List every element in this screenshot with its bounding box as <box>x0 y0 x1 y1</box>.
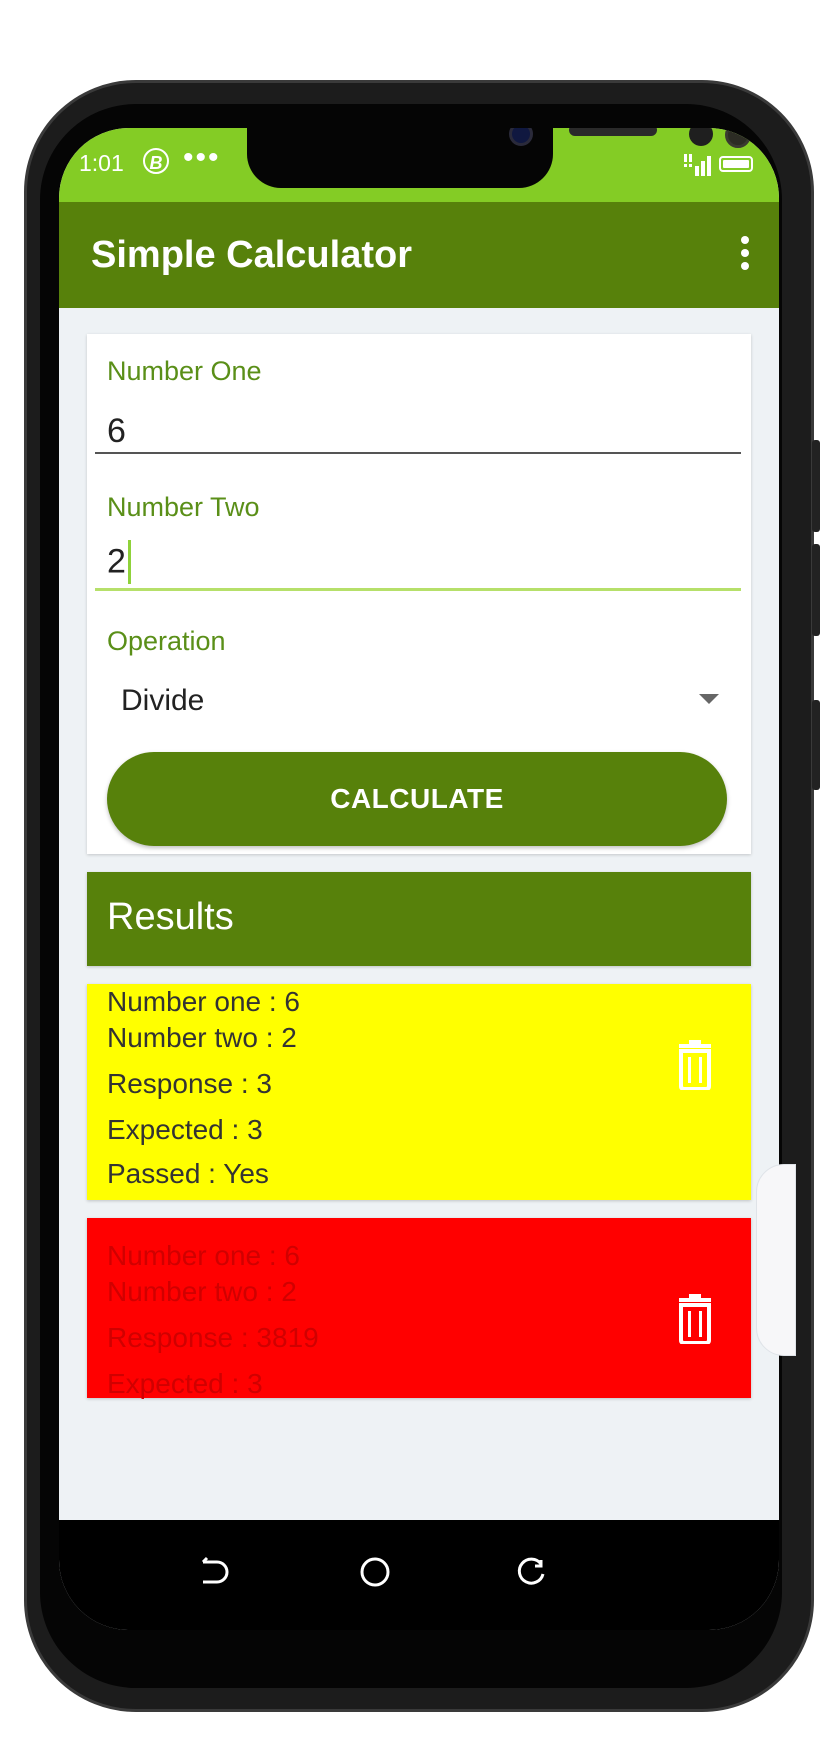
back-nav-icon[interactable] <box>193 1552 233 1592</box>
status-time: 1:01 <box>79 150 124 176</box>
number-two-underline <box>95 588 741 591</box>
app-bar: Simple Calculator <box>59 202 779 308</box>
result-number-one: Number one : 6 <box>107 986 300 1017</box>
result-response: Response : 3 <box>107 1068 272 1099</box>
result-number-two: Number two : 2 <box>107 1276 297 1307</box>
more-notifications-icon: ••• <box>183 141 221 174</box>
dropdown-arrow-icon <box>699 694 719 704</box>
main-content[interactable]: Number One 6 Number Two 2 Operation Divi… <box>59 308 779 1520</box>
calculator-form-card: Number One 6 Number Two 2 Operation Divi… <box>87 334 751 854</box>
result-number-two: Number two : 2 <box>107 1022 297 1053</box>
home-nav-icon[interactable] <box>355 1552 395 1592</box>
delete-trash-icon[interactable] <box>675 1040 715 1090</box>
operation-dropdown[interactable]: Divide <box>95 660 741 740</box>
number-one-underline <box>95 452 741 454</box>
volume-up-button <box>812 440 820 532</box>
result-number-one: Number one : 6 <box>107 1240 300 1271</box>
results-header: Results <box>87 872 751 966</box>
number-two-value: 2 <box>107 542 126 581</box>
result-expected: Expected : 3 <box>107 1114 263 1145</box>
calculate-button[interactable]: CALCULATE <box>107 752 727 846</box>
result-card-failed: Number one : 6 Number two : 2 Response :… <box>87 1218 751 1399</box>
result-response: Response : 3819 <box>107 1322 319 1353</box>
result-expected: Expected : 3 <box>107 1368 263 1399</box>
results-title: Results <box>107 896 234 938</box>
edge-panel-handle[interactable] <box>756 1164 796 1356</box>
power-button <box>812 700 820 790</box>
number-one-label: Number One <box>107 356 262 386</box>
app-title: Simple Calculator <box>91 234 412 276</box>
operation-label: Operation <box>107 626 226 656</box>
display-notch <box>247 128 751 188</box>
delete-trash-icon[interactable] <box>675 1294 715 1344</box>
signal-icon <box>684 154 711 176</box>
earpiece-speaker <box>569 128 657 136</box>
overflow-menu-icon[interactable] <box>739 236 751 272</box>
number-two-input[interactable]: 2 <box>107 540 131 590</box>
number-one-input[interactable]: 6 <box>107 412 126 451</box>
system-navigation-bar <box>59 1520 779 1630</box>
front-camera <box>509 128 533 146</box>
app-notification-icon: B <box>143 148 169 174</box>
volume-down-button <box>812 544 820 636</box>
battery-icon <box>719 156 753 172</box>
result-card-passed: Number one : 6 Number two : 2 Response :… <box>87 984 751 1200</box>
result-passed: Passed : Yes <box>107 1158 269 1189</box>
operation-selected-value: Divide <box>121 684 205 717</box>
recents-nav-icon[interactable] <box>511 1552 551 1592</box>
number-two-label: Number Two <box>107 492 260 522</box>
text-cursor <box>127 540 131 584</box>
phone-screen: 1:01 B ••• Simple Calculator Number One … <box>59 128 779 1630</box>
